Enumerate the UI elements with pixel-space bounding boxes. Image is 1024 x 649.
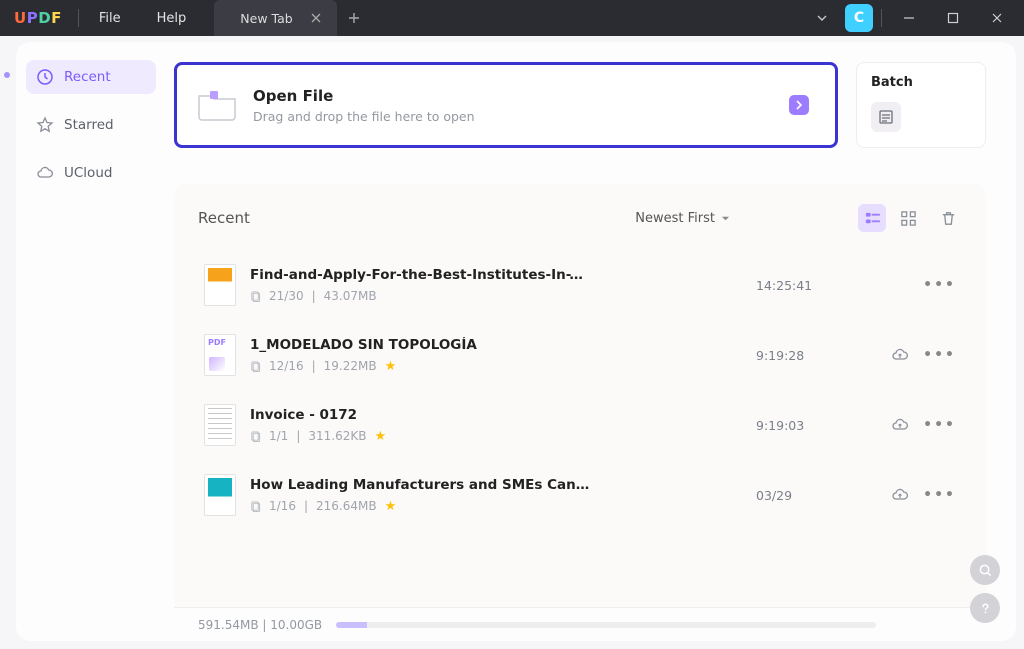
file-row[interactable]: Find-and-Apply-For-the-Best-Institutes-I… (198, 250, 962, 320)
file-size: 311.62KB (308, 429, 366, 443)
divider (78, 9, 79, 27)
sidebar-label: Recent (64, 69, 111, 85)
file-name: Find-and-Apply-For-the-Best-Institutes-I… (250, 267, 590, 283)
sidebar-item-starred[interactable]: Starred (26, 108, 156, 142)
active-indicator (4, 72, 10, 78)
clock-icon (36, 68, 54, 86)
logo-letter: F (51, 9, 62, 27)
storage-progress (336, 622, 876, 628)
file-thumbnail (204, 264, 236, 306)
star-icon: ★ (385, 499, 397, 514)
file-thumbnail (204, 404, 236, 446)
logo-letter: U (14, 9, 27, 27)
file-size: 19.22MB (324, 359, 377, 373)
menu-file[interactable]: File (81, 11, 139, 26)
minimize-button[interactable] (890, 0, 928, 36)
more-button[interactable]: ••• (923, 417, 956, 433)
sidebar-item-recent[interactable]: Recent (26, 60, 156, 94)
menu-help[interactable]: Help (139, 11, 205, 26)
file-name: How Leading Manufacturers and SMEs Can I… (250, 477, 590, 493)
divider (881, 9, 882, 27)
open-file-dropzone[interactable]: Open File Drag and drop the file here to… (174, 62, 838, 148)
cloud-upload-icon[interactable] (891, 416, 909, 434)
file-size: 43.07MB (324, 289, 377, 303)
sidebar: Recent Starred UCloud (16, 42, 166, 641)
maximize-button[interactable] (934, 0, 972, 36)
file-time: 14:25:41 (756, 278, 876, 293)
file-time: 9:19:03 (756, 418, 876, 433)
cloud-upload-icon[interactable] (891, 346, 909, 364)
logo-letter: D (38, 9, 51, 27)
recent-section: Recent Newest First (174, 184, 986, 607)
close-window-button[interactable] (978, 0, 1016, 36)
logo-letter: P (27, 9, 39, 27)
batch-button[interactable] (871, 102, 901, 132)
batch-card: Batch (856, 62, 986, 148)
cloud-icon (36, 164, 54, 182)
file-thumbnail (204, 474, 236, 516)
file-thumbnail (204, 334, 236, 376)
batch-label: Batch (871, 75, 971, 90)
file-size: 216.64MB (316, 499, 377, 513)
storage-bar: 591.54MB | 10.00GB (174, 607, 986, 641)
file-name: Invoice - 0172 (250, 407, 590, 423)
add-tab-button[interactable] (337, 1, 371, 35)
file-row[interactable]: Invoice - 01721/1|311.62KB★9:19:03••• (198, 390, 962, 460)
file-pages: 21/30 (269, 289, 304, 303)
tab-overflow-button[interactable] (805, 1, 839, 35)
pages-icon (250, 501, 261, 512)
left-gutter (0, 36, 16, 649)
file-row[interactable]: How Leading Manufacturers and SMEs Can I… (198, 460, 962, 530)
title-bar: UPDF File Help New Tab C (0, 0, 1024, 36)
star-icon (36, 116, 54, 134)
file-list: Find-and-Apply-For-the-Best-Institutes-I… (198, 250, 962, 607)
open-file-go-button[interactable] (789, 95, 809, 115)
sort-label: Newest First (635, 211, 715, 226)
folder-icon (197, 88, 237, 122)
sidebar-label: UCloud (64, 165, 112, 181)
more-button[interactable]: ••• (923, 347, 956, 363)
file-pages: 1/1 (269, 429, 288, 443)
file-row[interactable]: 1_MODELADO SIN TOPOLOGÍA12/16|19.22MB★9:… (198, 320, 962, 390)
search-fab[interactable] (970, 555, 1000, 585)
more-button[interactable]: ••• (923, 277, 956, 293)
tab-title: New Tab (240, 11, 292, 26)
pages-icon (250, 291, 261, 302)
delete-button[interactable] (934, 204, 962, 232)
tab-new[interactable]: New Tab (214, 0, 336, 36)
chevron-down-icon (721, 214, 730, 223)
list-view-button[interactable] (858, 204, 886, 232)
file-time: 9:19:28 (756, 348, 876, 363)
sidebar-item-ucloud[interactable]: UCloud (26, 156, 156, 190)
open-file-subtitle: Drag and drop the file here to open (253, 109, 475, 124)
user-avatar[interactable]: C (845, 4, 873, 32)
file-pages: 12/16 (269, 359, 304, 373)
app-logo: UPDF (0, 9, 76, 27)
main-panel: Recent Starred UCloud (16, 42, 1016, 641)
file-name: 1_MODELADO SIN TOPOLOGÍA (250, 337, 590, 353)
section-heading: Recent (198, 209, 250, 227)
open-file-title: Open File (253, 87, 475, 105)
storage-text: 591.54MB | 10.00GB (198, 618, 322, 632)
more-button[interactable]: ••• (923, 487, 956, 503)
file-pages: 1/16 (269, 499, 296, 513)
file-time: 03/29 (756, 488, 876, 503)
help-fab[interactable] (970, 593, 1000, 623)
grid-view-button[interactable] (894, 204, 922, 232)
star-icon: ★ (374, 429, 386, 444)
cloud-upload-icon[interactable] (891, 486, 909, 504)
sidebar-label: Starred (64, 117, 114, 133)
sort-dropdown[interactable]: Newest First (635, 211, 730, 226)
pages-icon (250, 431, 261, 442)
pages-icon (250, 361, 261, 372)
close-tab-icon[interactable] (309, 11, 323, 25)
star-icon: ★ (385, 359, 397, 374)
